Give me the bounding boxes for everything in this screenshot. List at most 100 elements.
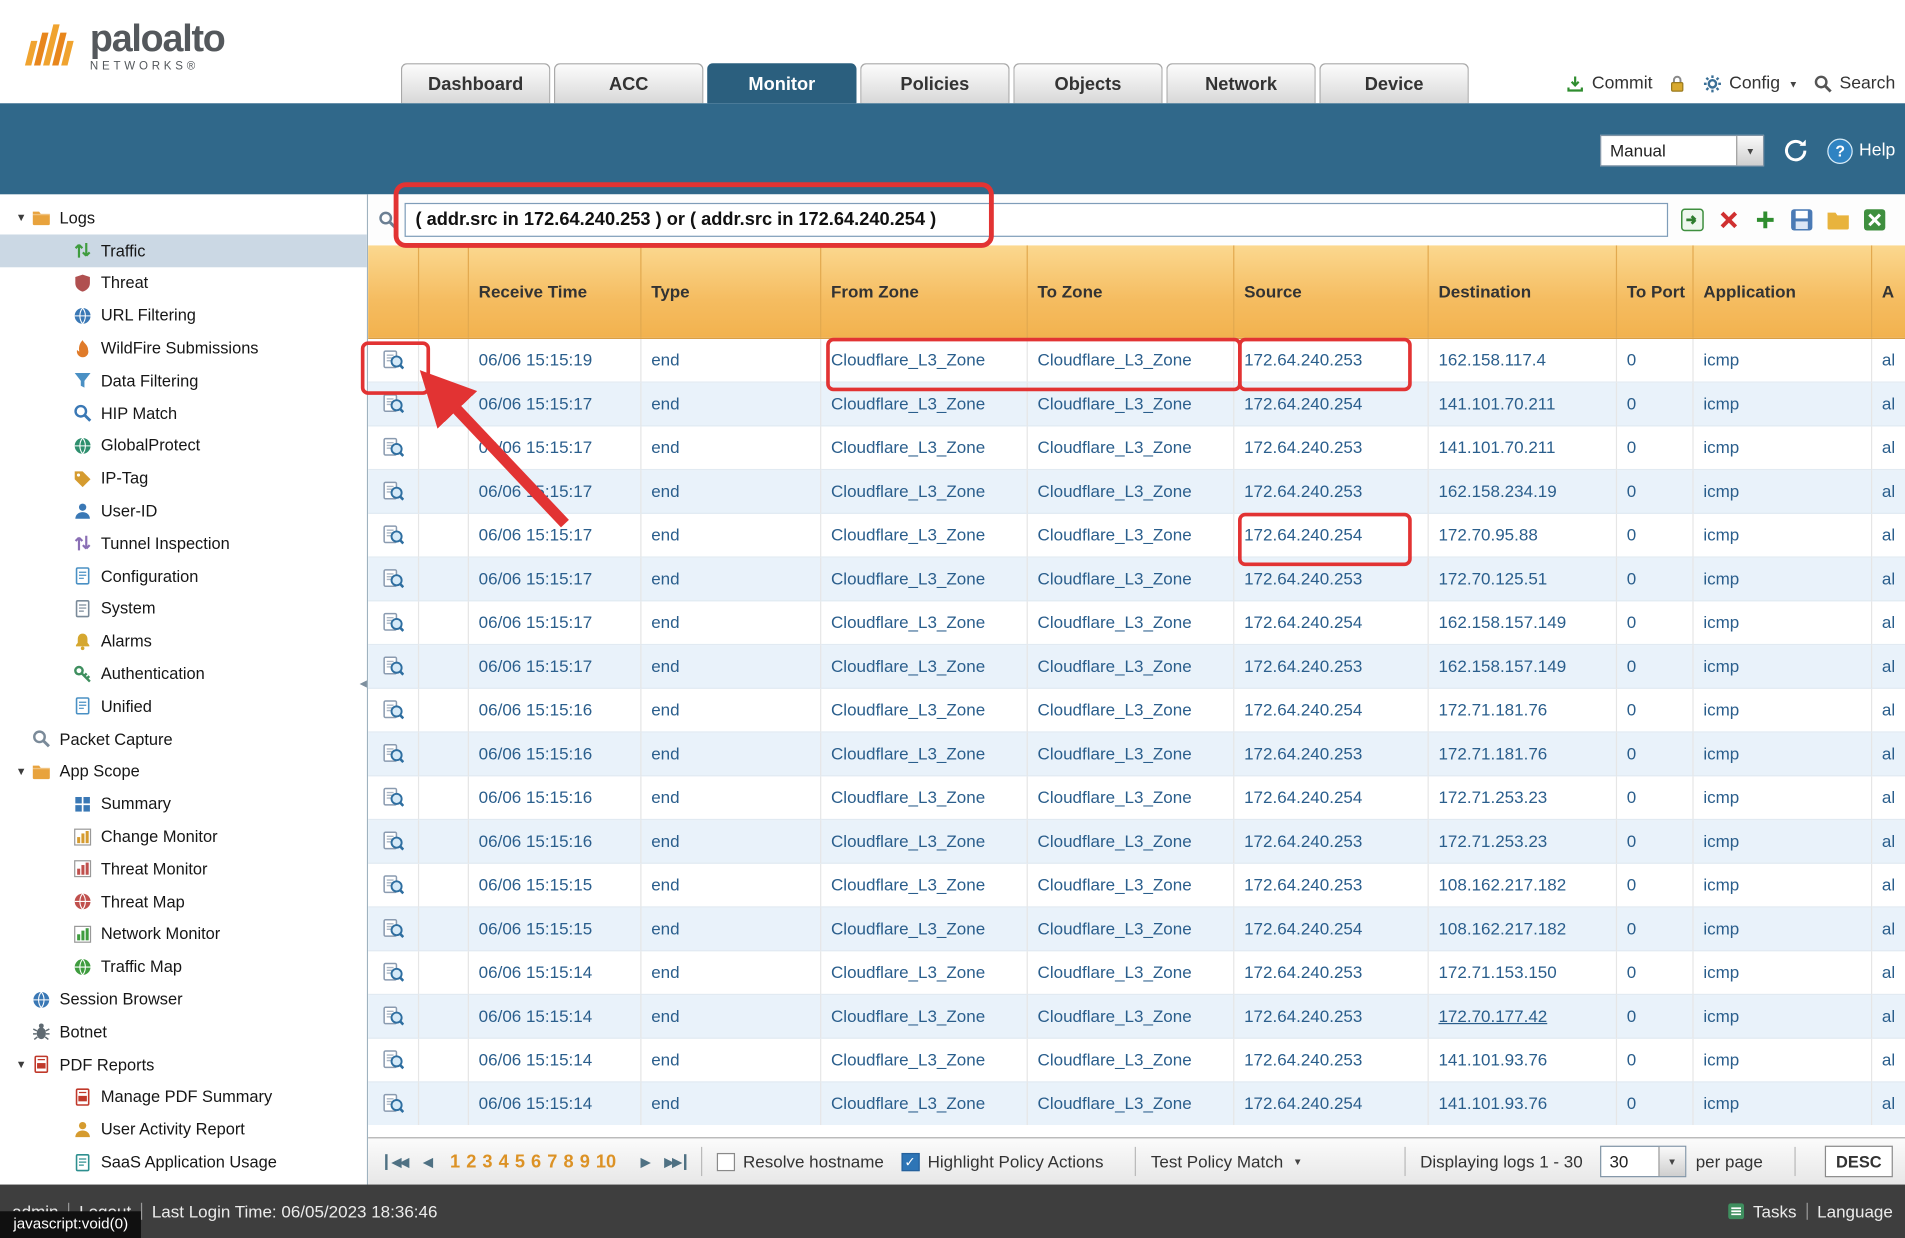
log-detail-button[interactable] (368, 1082, 419, 1125)
column-header-to-port[interactable]: To Port (1617, 245, 1694, 337)
resolve-hostname-checkbox[interactable] (716, 1152, 734, 1170)
tab-network[interactable]: Network (1166, 63, 1315, 103)
log-detail-icon[interactable] (381, 1049, 404, 1071)
log-detail-icon[interactable] (381, 655, 404, 677)
tab-device[interactable]: Device (1319, 63, 1468, 103)
sidebar-item-logs[interactable]: ▼Logs (0, 202, 367, 235)
tab-acc[interactable]: ACC (554, 63, 703, 103)
column-header-source[interactable]: Source (1234, 245, 1428, 337)
sidebar-item-threat-monitor[interactable]: Threat Monitor (0, 853, 367, 886)
sidebar-item-authentication[interactable]: Authentication (0, 657, 367, 690)
page-link-10[interactable]: 10 (596, 1151, 616, 1172)
log-detail-button[interactable] (368, 820, 419, 864)
log-detail-icon[interactable] (381, 480, 404, 502)
column-header-application[interactable]: Application (1694, 245, 1873, 337)
sidebar-item-user-id[interactable]: User-ID (0, 495, 367, 528)
sidebar-item-traffic-map[interactable]: Traffic Map (0, 950, 367, 983)
per-page-dropdown[interactable]: 30 ▼ (1600, 1146, 1686, 1178)
page-link-7[interactable]: 7 (547, 1151, 557, 1172)
page-link-5[interactable]: 5 (515, 1151, 525, 1172)
previous-page-button[interactable]: ◀ (423, 1154, 431, 1170)
sidebar-item-ip-tag[interactable]: IP-Tag (0, 462, 367, 495)
log-detail-button[interactable] (368, 470, 419, 514)
log-detail-button[interactable] (368, 776, 419, 820)
sort-order-dropdown[interactable]: DESC (1825, 1146, 1893, 1178)
next-page-button[interactable]: ▶ (640, 1154, 648, 1170)
column-header-receive-time[interactable]: Receive Time (469, 245, 642, 337)
refresh-icon[interactable] (1783, 137, 1810, 164)
sidebar-item-threat[interactable]: Threat (0, 267, 367, 300)
expand-caret-icon[interactable]: ▼ (16, 765, 32, 777)
sidebar-item-globalprotect[interactable]: GlobalProtect (0, 430, 367, 463)
column-header-from-zone[interactable]: From Zone (821, 245, 1028, 337)
log-detail-icon[interactable] (381, 524, 404, 546)
log-detail-button[interactable] (368, 732, 419, 776)
lock-icon[interactable] (1667, 74, 1688, 93)
log-detail-icon[interactable] (381, 830, 404, 852)
log-detail-button[interactable] (368, 514, 419, 558)
log-detail-icon[interactable] (381, 961, 404, 983)
log-detail-icon[interactable] (381, 349, 404, 371)
page-link-4[interactable]: 4 (499, 1151, 509, 1172)
log-filter-input[interactable] (405, 203, 1669, 237)
sidebar-item-saas-application-usage[interactable]: SaaS Application Usage (0, 1146, 367, 1179)
sidebar-item-manage-pdf-summary[interactable]: Manage PDF Summary (0, 1081, 367, 1114)
clear-filter-icon[interactable] (1717, 208, 1741, 232)
log-detail-button[interactable] (368, 383, 419, 427)
sidebar-item-url-filtering[interactable]: URL Filtering (0, 299, 367, 332)
page-link-3[interactable]: 3 (482, 1151, 492, 1172)
add-filter-icon[interactable] (1753, 208, 1777, 232)
log-detail-icon[interactable] (381, 743, 404, 765)
log-detail-button[interactable] (368, 689, 419, 733)
language-button[interactable]: Language (1817, 1202, 1893, 1221)
log-detail-icon[interactable] (381, 918, 404, 940)
sidebar-item-threat-map[interactable]: Threat Map (0, 885, 367, 918)
commit-button[interactable]: Commit (1565, 74, 1652, 93)
page-link-9[interactable]: 9 (580, 1151, 590, 1172)
sidebar-item-tunnel-inspection[interactable]: Tunnel Inspection (0, 527, 367, 560)
page-link-8[interactable]: 8 (563, 1151, 573, 1172)
last-page-button[interactable]: ▶▶ (664, 1154, 686, 1170)
sidebar-item-pdf-reports[interactable]: ▼PDF Reports (0, 1048, 367, 1081)
log-detail-button[interactable] (368, 601, 419, 645)
test-policy-match-button[interactable]: Test Policy Match ▼ (1151, 1152, 1303, 1171)
sidebar-item-unified[interactable]: Unified (0, 690, 367, 723)
sidebar-item-change-monitor[interactable]: Change Monitor (0, 820, 367, 853)
page-link-6[interactable]: 6 (531, 1151, 541, 1172)
expand-caret-icon[interactable]: ▼ (16, 1058, 32, 1070)
log-detail-icon[interactable] (381, 612, 404, 634)
log-detail-button[interactable] (368, 339, 419, 383)
dropdown-arrow-icon[interactable]: ▼ (1736, 136, 1763, 165)
column-header-a[interactable]: A (1872, 245, 1905, 337)
log-detail-button[interactable] (368, 557, 419, 601)
page-link-2[interactable]: 2 (466, 1151, 476, 1172)
sidebar-item-network-monitor[interactable]: Network Monitor (0, 918, 367, 951)
log-detail-icon[interactable] (381, 437, 404, 459)
column-header-destination[interactable]: Destination (1429, 245, 1617, 337)
sidebar-item-configuration[interactable]: Configuration (0, 560, 367, 593)
log-detail-button[interactable] (368, 864, 419, 908)
apply-filter-icon[interactable] (1680, 208, 1704, 232)
log-detail-icon[interactable] (381, 786, 404, 808)
sidebar-item-traffic[interactable]: Traffic (0, 234, 367, 267)
log-detail-icon[interactable] (381, 1093, 404, 1115)
destination-cell[interactable]: 172.70.177.42 (1429, 995, 1617, 1039)
tab-monitor[interactable]: Monitor (707, 63, 856, 103)
tab-dashboard[interactable]: Dashboard (401, 63, 550, 103)
search-button[interactable]: Search (1813, 74, 1896, 93)
sidebar-item-summary[interactable]: Summary (0, 788, 367, 821)
refresh-mode-dropdown[interactable]: Manual ▼ (1600, 135, 1764, 167)
log-detail-button[interactable] (368, 907, 419, 951)
sidebar-item-system[interactable]: System (0, 592, 367, 625)
first-page-button[interactable]: ◀◀ (385, 1154, 407, 1170)
tab-objects[interactable]: Objects (1013, 63, 1162, 103)
highlight-policy-actions-checkbox[interactable] (901, 1152, 919, 1170)
sidebar-item-session-browser[interactable]: Session Browser (0, 983, 367, 1016)
sidebar-item-alarms[interactable]: Alarms (0, 625, 367, 658)
sidebar-item-user-activity-report[interactable]: User Activity Report (0, 1113, 367, 1146)
log-detail-button[interactable] (368, 995, 419, 1039)
log-detail-button[interactable] (368, 426, 419, 470)
log-detail-button[interactable] (368, 645, 419, 689)
dropdown-arrow-icon[interactable]: ▼ (1658, 1147, 1685, 1176)
help-button[interactable]: ? Help (1827, 138, 1895, 164)
